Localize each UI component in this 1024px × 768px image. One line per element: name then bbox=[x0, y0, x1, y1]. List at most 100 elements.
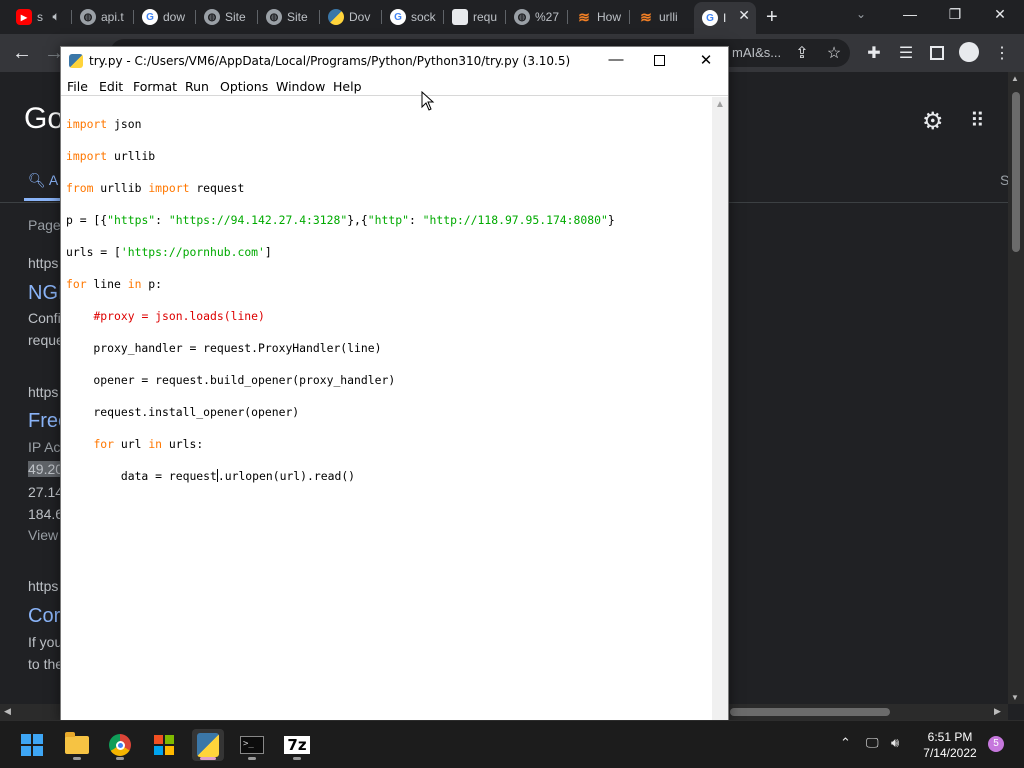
tab-label: requ bbox=[473, 10, 498, 24]
new-tab-icon[interactable]: + bbox=[766, 6, 778, 29]
more-menu-icon[interactable]: ⋮ bbox=[992, 43, 1012, 63]
back-icon[interactable]: ← bbox=[12, 42, 32, 65]
browser-tab[interactable]: ≋ urlli bbox=[630, 4, 692, 30]
tab-label: Site bbox=[225, 10, 246, 24]
folder-icon bbox=[65, 732, 89, 754]
result-title[interactable]: NGI bbox=[28, 282, 64, 305]
python-icon bbox=[69, 54, 83, 68]
result-url[interactable]: https bbox=[28, 255, 58, 271]
browser-tab[interactable]: ▶ s 🔈︎ bbox=[8, 4, 72, 30]
maximize-icon[interactable] bbox=[654, 55, 665, 66]
idle-title-bar[interactable]: try.py - C:/Users/VM6/AppData/Local/Prog… bbox=[61, 47, 728, 76]
browser-tab[interactable]: ◍ Site bbox=[258, 4, 320, 30]
result-view-link[interactable]: View bbox=[28, 527, 58, 543]
scroll-up-icon[interactable]: ▲ bbox=[715, 99, 725, 110]
taskbar-chrome[interactable] bbox=[104, 729, 136, 761]
volume-icon[interactable]: 🔊︎ bbox=[891, 735, 899, 751]
result-url[interactable]: https bbox=[28, 578, 58, 594]
active-tab-indicator bbox=[24, 198, 64, 201]
result-snippet: If you bbox=[28, 634, 63, 650]
terminal-icon: >_ bbox=[240, 736, 264, 754]
globe-icon: ◍ bbox=[514, 9, 530, 25]
result-title[interactable]: Cor bbox=[28, 605, 60, 628]
taskbar-store[interactable] bbox=[148, 729, 180, 761]
share-icon[interactable]: ⇪ bbox=[792, 43, 812, 63]
result-snippet: Confi bbox=[28, 310, 61, 326]
code-line: request.install_opener(opener) bbox=[66, 405, 300, 419]
browser-tab[interactable]: Dov bbox=[320, 4, 382, 30]
browser-tab[interactable]: ◍ Site bbox=[196, 4, 258, 30]
result-snippet: 184.6 bbox=[28, 506, 64, 522]
menu-window[interactable]: Window bbox=[276, 79, 325, 94]
menu-format[interactable]: Format bbox=[133, 79, 177, 94]
tab-all[interactable]: 🔍︎ A bbox=[28, 172, 58, 189]
scroll-left-icon[interactable]: ◀ bbox=[4, 706, 11, 717]
scroll-right-icon[interactable]: ▶ bbox=[994, 706, 1001, 717]
code-line: urls = ['https://pornhub.com'] bbox=[66, 245, 272, 259]
result-snippet: to the bbox=[28, 656, 64, 672]
notification-badge[interactable]: 5 bbox=[988, 736, 1004, 752]
extensions-icon[interactable]: ✚ bbox=[864, 43, 884, 63]
minimize-icon[interactable]: — bbox=[898, 6, 922, 22]
python-icon bbox=[197, 733, 219, 757]
close-icon[interactable]: ✕ bbox=[988, 6, 1012, 23]
result-url[interactable]: https bbox=[28, 384, 58, 400]
windows-logo-icon bbox=[21, 734, 43, 756]
taskbar-7zip[interactable]: 7z bbox=[281, 729, 313, 761]
menu-help[interactable]: Help bbox=[333, 79, 362, 94]
star-icon[interactable]: ☆ bbox=[824, 43, 844, 63]
close-tab-icon[interactable]: ✕ bbox=[738, 7, 750, 24]
apps-grid-icon[interactable]: ⠿ bbox=[970, 108, 985, 133]
side-panel-icon[interactable] bbox=[930, 46, 944, 60]
chevron-down-icon[interactable]: ⌄ bbox=[856, 7, 866, 21]
restore-icon[interactable]: ❐ bbox=[943, 6, 967, 23]
gear-icon[interactable]: ⚙ bbox=[922, 107, 944, 136]
network-icon[interactable]: 🖵︎ bbox=[866, 735, 879, 751]
browser-tab[interactable]: G sock bbox=[382, 4, 444, 30]
menu-file[interactable]: File bbox=[67, 79, 88, 94]
tab-all-label: A bbox=[48, 172, 59, 188]
close-icon[interactable]: ✕ bbox=[691, 51, 721, 69]
page-vertical-scrollbar[interactable]: ▲ ▼ bbox=[1008, 72, 1024, 704]
menu-options[interactable]: Options bbox=[220, 79, 268, 94]
minimize-icon[interactable]: — bbox=[601, 51, 631, 68]
clock-time: 6:51 PM bbox=[927, 730, 973, 744]
start-button[interactable] bbox=[16, 729, 48, 761]
code-line: p = [{"https": "https://94.142.27.4:3128… bbox=[66, 213, 615, 227]
system-clock[interactable]: 6:51 PM 7/14/2022 bbox=[920, 729, 980, 761]
reading-list-icon[interactable]: ☰ bbox=[896, 43, 916, 63]
browser-tab[interactable]: ◍ api.t bbox=[72, 4, 134, 30]
code-text[interactable]: import json import urllib from urllib im… bbox=[66, 100, 615, 516]
taskbar-file-explorer[interactable] bbox=[61, 729, 93, 761]
code-editor[interactable]: import json import urllib from urllib im… bbox=[61, 97, 712, 721]
youtube-icon: ▶ bbox=[16, 9, 32, 25]
chrome-icon bbox=[109, 734, 131, 756]
scroll-down-icon[interactable]: ▼ bbox=[1011, 693, 1019, 702]
speaker-icon[interactable]: 🔈︎ bbox=[48, 9, 64, 25]
google-logo[interactable]: Go bbox=[24, 102, 64, 136]
google-icon: G bbox=[390, 9, 406, 25]
scroll-thumb[interactable] bbox=[730, 708, 890, 716]
editor-scrollbar[interactable]: ▲ bbox=[712, 97, 728, 721]
chevron-up-icon[interactable]: ⌃ bbox=[840, 735, 851, 751]
scroll-thumb[interactable] bbox=[1012, 92, 1020, 252]
tab-s[interactable]: S bbox=[1000, 172, 1008, 188]
browser-tab[interactable]: G dow bbox=[134, 4, 196, 30]
menu-run[interactable]: Run bbox=[185, 79, 209, 94]
result-snippet-highlight: 49.20 bbox=[28, 461, 64, 477]
taskbar-python-idle[interactable] bbox=[192, 729, 224, 761]
browser-tab-active[interactable]: G I ✕ bbox=[694, 2, 756, 34]
idle-editor-window: try.py - C:/Users/VM6/AppData/Local/Prog… bbox=[60, 46, 729, 722]
taskbar-terminal[interactable]: >_ bbox=[236, 729, 268, 761]
code-line: for url in urls: bbox=[93, 437, 204, 451]
result-stats: Page bbox=[28, 217, 61, 233]
code-line: #proxy = json.loads(line) bbox=[93, 309, 265, 323]
browser-tab[interactable]: ≋ How bbox=[568, 4, 630, 30]
avatar[interactable] bbox=[959, 42, 979, 62]
browser-tab[interactable]: ◍ %27 bbox=[506, 4, 568, 30]
browser-tab[interactable]: requ bbox=[444, 4, 506, 30]
menu-edit[interactable]: Edit bbox=[99, 79, 123, 94]
tab-label: How bbox=[597, 10, 622, 24]
scroll-up-icon[interactable]: ▲ bbox=[1011, 74, 1019, 83]
globe-icon: ◍ bbox=[80, 9, 96, 25]
